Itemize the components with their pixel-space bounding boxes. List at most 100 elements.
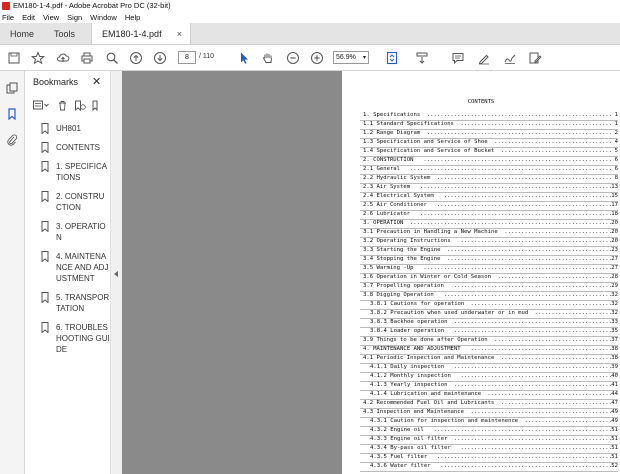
previous-page-icon[interactable] bbox=[128, 50, 144, 66]
toc-leader-dots: ........................................… bbox=[436, 454, 612, 460]
expand-bookmark-icon[interactable] bbox=[92, 100, 98, 111]
close-tab-icon[interactable]: × bbox=[177, 29, 182, 39]
toc-entry: 2.3 Air System..........................… bbox=[342, 183, 620, 192]
select-cursor-icon[interactable] bbox=[236, 50, 252, 66]
toc-entry-page: 52 bbox=[611, 463, 618, 469]
bookmark-item-troubleshooting[interactable]: 6. TROUBLESHOOTING GUIDE bbox=[41, 322, 110, 355]
tab-home[interactable]: Home bbox=[0, 23, 44, 44]
page-thumbnails-icon[interactable] bbox=[5, 81, 19, 95]
toc-entry-page: 49 bbox=[611, 418, 618, 424]
bookmark-item-maintenance[interactable]: 4. MAINTENANCE AND ADJUSTMENT bbox=[41, 251, 110, 284]
toc-entry-title: 3.1 Precaution in Handling a New Machine bbox=[363, 229, 498, 235]
menu-window[interactable]: Window bbox=[90, 13, 117, 22]
toc-entry: 2.2 Hydraulic System....................… bbox=[342, 174, 620, 183]
toc-leader-dots: ........................................… bbox=[440, 463, 612, 469]
collapse-panel-icon[interactable] bbox=[114, 271, 118, 277]
bookmark-item-uh801[interactable]: UH801 bbox=[41, 123, 110, 134]
delete-bookmark-icon[interactable] bbox=[57, 100, 68, 111]
attachments-icon[interactable] bbox=[5, 133, 19, 147]
toc-entry: 3.8.2 Precaution when used underwater or… bbox=[342, 309, 620, 318]
menu-sign[interactable]: Sign bbox=[67, 13, 82, 22]
toc-entry-title: 4.3.4 By-pass oil filter bbox=[370, 445, 451, 451]
toc-entry-title: 3.9 Things to be done after Operation bbox=[363, 337, 488, 343]
comment-icon[interactable] bbox=[450, 50, 466, 66]
toc-leader-dots: ........................................… bbox=[436, 202, 612, 208]
toc-leader-dots: ........................................… bbox=[423, 157, 612, 163]
zoom-out-icon[interactable] bbox=[285, 50, 301, 66]
document-tab-label: EM180-1-4.pdf bbox=[102, 28, 162, 39]
menu-view[interactable]: View bbox=[43, 13, 59, 22]
toc-entry-page: 33 bbox=[611, 319, 618, 325]
hand-tool-icon[interactable] bbox=[260, 50, 276, 66]
tab-tools[interactable]: Tools bbox=[44, 23, 85, 44]
toc-entry-page: 51 bbox=[611, 445, 618, 451]
toc-entry-title: 1.1 Standard Specifications bbox=[363, 121, 454, 127]
toc-entry-page: 35 bbox=[611, 328, 618, 334]
page-number-input[interactable]: 8 bbox=[178, 51, 196, 64]
fill-sign-icon[interactable] bbox=[527, 50, 543, 66]
bookmark-star-icon[interactable] bbox=[30, 50, 46, 66]
upload-cloud-icon[interactable] bbox=[55, 50, 71, 66]
bookmark-options-icon[interactable] bbox=[33, 100, 51, 110]
panel-splitter[interactable] bbox=[110, 71, 122, 474]
bookmark-icon bbox=[41, 251, 49, 262]
bookmark-item-contents[interactable]: CONTENTS bbox=[41, 142, 110, 153]
chevron-down-icon: ▾ bbox=[362, 55, 366, 61]
document-viewer[interactable]: CONTENTS 1. Specifications..............… bbox=[122, 71, 620, 474]
window-title: EM180-1-4.pdf - Adobe Acrobat Pro DC (32… bbox=[13, 1, 171, 10]
toc-entry-title: 3.4 Stopping the Engine bbox=[363, 256, 441, 262]
bookmark-label: 2. CONSTRUCTION bbox=[56, 192, 105, 212]
print-icon[interactable] bbox=[79, 50, 95, 66]
bookmark-item-specifications[interactable]: 1. SPECIFICATIONS bbox=[41, 161, 110, 183]
toc-entry-page: 18 bbox=[611, 211, 618, 217]
bookmark-item-construction[interactable]: 2. CONSTRUCTION bbox=[41, 191, 110, 213]
sign-icon[interactable] bbox=[502, 50, 518, 66]
find-zoom-icon[interactable] bbox=[104, 50, 120, 66]
toc-entry-title: 2.6 Lubricator bbox=[363, 211, 411, 217]
toc-entry-title: 1.3 Specification and Service of Shoe bbox=[363, 139, 488, 145]
toc-entry: 3.8.3 Backhoe operation.................… bbox=[342, 318, 620, 327]
toc-entry-page: 15 bbox=[611, 193, 618, 199]
toc-entry-page: 37 bbox=[611, 337, 618, 343]
toc-leader-dots: ........................................… bbox=[443, 292, 612, 298]
toc-leader-dots: ........................................… bbox=[436, 175, 612, 181]
toc-entry-title: 3.8.1 Cautions for operation bbox=[370, 301, 465, 307]
toc-entry-title: 3.8.4 Loader operation bbox=[370, 328, 445, 334]
toc-entry: 3.8.1 Cautions for operation............… bbox=[342, 300, 620, 309]
bookmark-label: 6. TROUBLESHOOTING GUIDE bbox=[56, 323, 110, 354]
toc-entry-page: 32 bbox=[611, 310, 618, 316]
next-page-icon[interactable] bbox=[152, 50, 168, 66]
toc-leader-dots: ................................. bbox=[500, 355, 612, 361]
toc-entry: 3.8.4 Loader operation..................… bbox=[342, 327, 620, 336]
toc-entry: 4.3.1 Caution for inspection and mainten… bbox=[342, 417, 620, 426]
toc-entry-title: 3.8.3 Backhoe operation bbox=[370, 319, 448, 325]
toc-entry-page: 8 bbox=[614, 175, 618, 181]
page-fit-icon[interactable] bbox=[384, 50, 400, 66]
bookmark-item-operation[interactable]: 3. OPERATION bbox=[41, 221, 110, 243]
toc-leader-dots: ....................... bbox=[534, 310, 612, 316]
toc-entry-page: 38 bbox=[611, 355, 618, 361]
bookmark-label: 5. TRANSPORTATION bbox=[56, 293, 110, 313]
new-bookmark-icon[interactable] bbox=[74, 100, 86, 111]
zoom-in-icon[interactable] bbox=[309, 50, 325, 66]
toc-entry-page: 20 bbox=[611, 220, 618, 226]
scroll-mode-icon[interactable] bbox=[414, 50, 430, 66]
highlight-pen-icon[interactable] bbox=[476, 50, 492, 66]
tab-document[interactable]: EM180-1-4.pdf × bbox=[91, 23, 192, 44]
bookmarks-panel-title: Bookmarks bbox=[33, 77, 79, 87]
toc-entry-title: 2.5 Air Conditioner bbox=[363, 202, 427, 208]
menu-file[interactable]: File bbox=[2, 13, 14, 22]
menu-help[interactable]: Help bbox=[125, 13, 140, 22]
toc-leader-dots: ................................. bbox=[500, 400, 612, 406]
bookmarks-panel-icon[interactable] bbox=[5, 107, 19, 121]
bookmarks-toolbar bbox=[33, 97, 113, 113]
toc-entry-page: 51 bbox=[611, 427, 618, 433]
toc-leader-dots: ........................................… bbox=[453, 283, 612, 289]
zoom-level-select[interactable]: 56.9% ▾ bbox=[333, 51, 369, 64]
close-panel-icon[interactable]: ✕ bbox=[92, 75, 101, 88]
menu-edit[interactable]: Edit bbox=[22, 13, 35, 22]
toc-leader-dots: ........................................… bbox=[453, 364, 612, 370]
save-icon[interactable] bbox=[6, 50, 22, 66]
bookmark-item-transportation[interactable]: 5. TRANSPORTATION bbox=[41, 292, 110, 314]
toc-entry: 3.8 Digging Operation...................… bbox=[342, 291, 620, 300]
